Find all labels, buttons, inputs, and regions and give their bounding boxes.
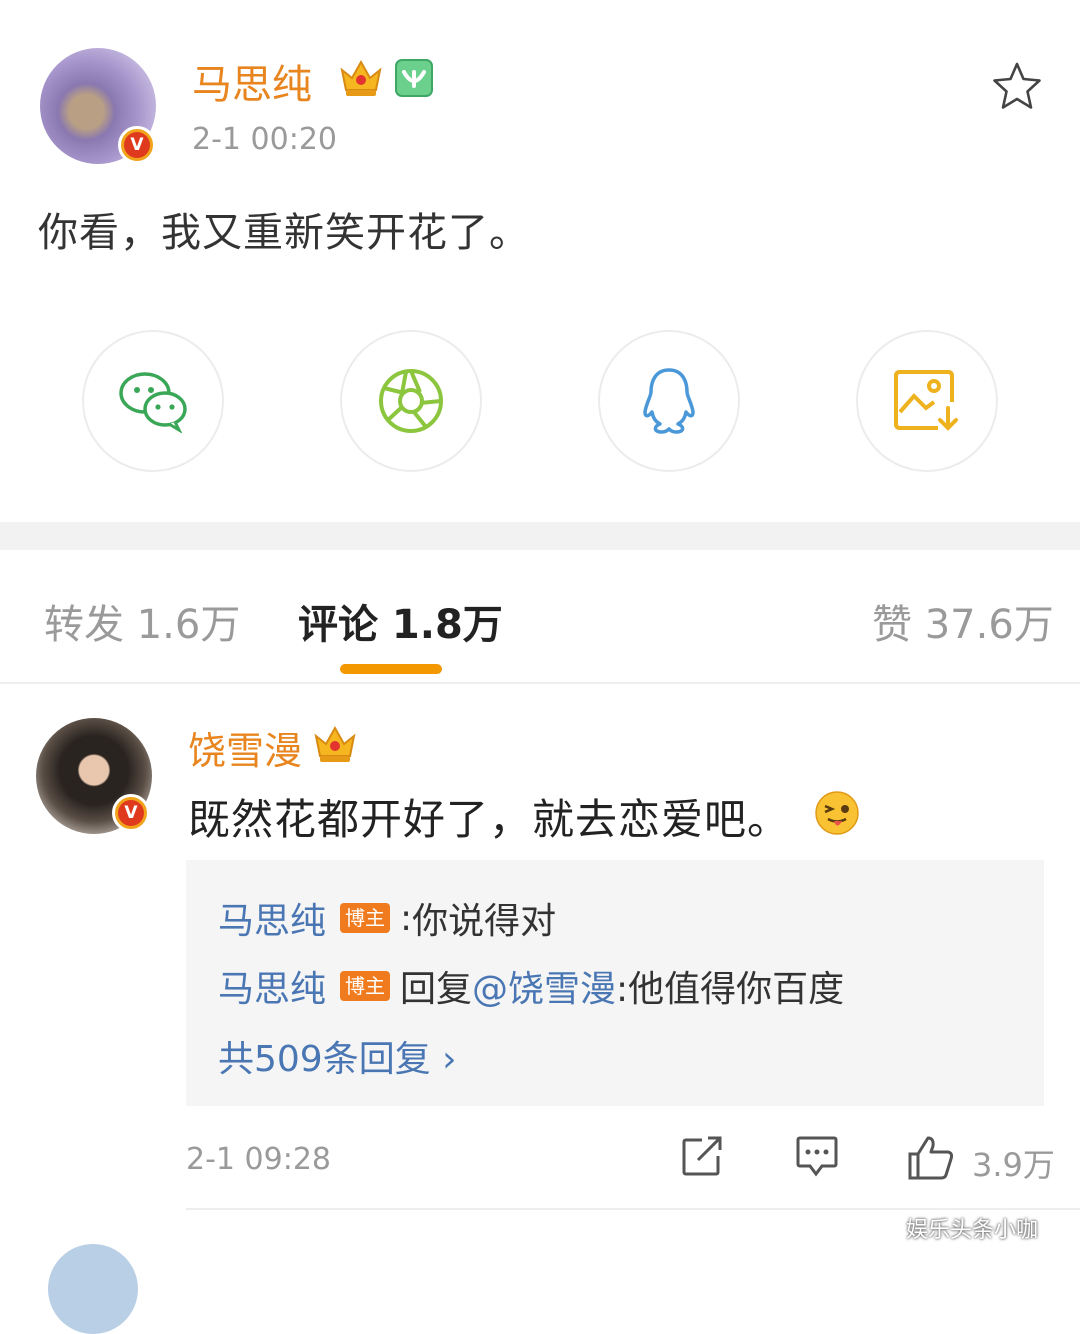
tabs-divider	[0, 682, 1080, 684]
reply-author[interactable]: 马思纯	[218, 960, 326, 1012]
wechat-icon	[119, 372, 187, 433]
commenter-name[interactable]: 饶雪漫	[188, 720, 302, 775]
reply-text: 你说得对	[412, 901, 557, 942]
save-image-icon	[894, 370, 958, 431]
author-avatar[interactable]: V	[40, 48, 156, 164]
like-thumb-icon[interactable]	[906, 1134, 956, 1182]
verified-badge-icon: V	[118, 126, 156, 164]
verified-badge-icon: V	[112, 794, 150, 832]
more-replies-link[interactable]: 共509条回复 ›	[218, 1030, 457, 1082]
section-divider	[0, 522, 1080, 550]
share-wechat-button[interactable]	[82, 330, 224, 472]
crown-icon	[340, 59, 382, 96]
reply-item[interactable]: 马思纯 博主 回复 @饶雪漫 :他值得你百度	[218, 960, 844, 1012]
member-badge-icon	[395, 59, 433, 97]
share-moments-button[interactable]	[340, 330, 482, 472]
reply-text: :他值得你百度	[616, 969, 845, 1010]
save-image-button[interactable]	[856, 330, 998, 472]
repost-icon[interactable]	[680, 1134, 724, 1178]
tab-comments[interactable]: 评论 1.8万	[298, 592, 503, 650]
favorite-star-icon[interactable]	[990, 60, 1044, 114]
tab-repost[interactable]: 转发 1.6万	[44, 592, 240, 650]
post-text: 你看，我又重新笑开花了。	[38, 210, 530, 256]
comment-icon[interactable]	[794, 1134, 840, 1178]
reply-prefix: 回复	[400, 969, 473, 1010]
commenter-avatar[interactable]: V	[36, 718, 152, 834]
wink-tongue-emoji-icon	[815, 791, 859, 835]
crown-icon	[314, 725, 356, 762]
next-commenter-avatar[interactable]	[48, 1244, 138, 1334]
reply-author[interactable]: 马思纯	[218, 892, 326, 944]
author-tag: 博主	[340, 971, 391, 1001]
comment-divider	[186, 1208, 1080, 1210]
reply-item[interactable]: 马思纯 博主 : 你说得对	[218, 892, 556, 944]
comment-text: 既然花都开好了，就去恋爱吧。	[188, 795, 791, 844]
comment-time: 2-1 09:28	[186, 1142, 331, 1177]
author-name[interactable]: 马思纯	[192, 52, 312, 110]
author-tag: 博主	[340, 903, 391, 933]
like-count: 3.9万	[972, 1146, 1055, 1184]
qq-icon	[643, 368, 695, 434]
reply-separator: :	[400, 897, 413, 939]
moments-icon	[379, 369, 443, 433]
post-time: 2-1 00:20	[192, 122, 337, 157]
share-qq-button[interactable]	[598, 330, 740, 472]
active-tab-indicator	[340, 664, 442, 674]
reply-mention[interactable]: @饶雪漫	[472, 960, 616, 1012]
tab-likes[interactable]: 赞 37.6万	[872, 592, 1054, 650]
watermark: 娱乐头条小咖	[906, 1218, 1039, 1243]
